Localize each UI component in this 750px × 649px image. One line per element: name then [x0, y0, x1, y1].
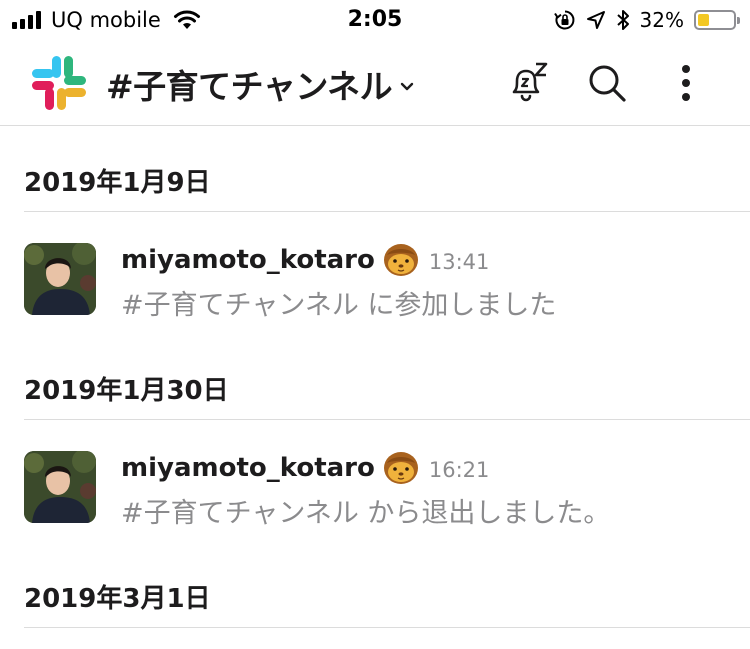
message-header: miyamoto_kotaro 16:21 — [121, 450, 489, 486]
cellular-signal-icon — [12, 11, 41, 29]
more-options-button[interactable] — [661, 58, 711, 108]
timestamp[interactable]: 13:41 — [429, 250, 490, 274]
date-label: 2019年1月9日 — [24, 168, 211, 198]
date-divider: 2019年3月1日 — [0, 542, 750, 628]
channel-header: #子育てチャンネル — [0, 40, 750, 126]
wifi-icon — [173, 10, 200, 29]
status-bar: UQ mobile 2:05 32% — [0, 0, 750, 40]
search-icon — [589, 65, 626, 102]
status-left: UQ mobile — [12, 6, 201, 34]
battery-percentage: 32% — [639, 8, 684, 32]
username[interactable]: miyamoto_kotaro — [121, 245, 375, 275]
message-list[interactable]: 2019年1月9日 miyamoto_kotaro 13:41 #子育てチャンネ… — [0, 126, 750, 628]
channel-title-button[interactable]: #子育てチャンネル — [106, 62, 414, 106]
date-label: 2019年1月30日 — [24, 376, 229, 406]
channel-title: #子育てチャンネル — [106, 67, 393, 106]
timestamp[interactable]: 16:21 — [429, 458, 490, 482]
orientation-lock-icon — [553, 10, 574, 30]
divider-line — [24, 627, 750, 628]
avatar[interactable] — [24, 451, 96, 523]
slack-logo[interactable] — [30, 54, 88, 112]
message-text: #子育てチャンネル に参加しました — [121, 290, 557, 321]
date-divider: 2019年1月30日 — [0, 334, 750, 420]
location-arrow-icon — [586, 11, 605, 29]
monkey-face-icon — [383, 244, 418, 276]
battery-level-fill — [698, 14, 709, 26]
snooze-notifications-button[interactable] — [502, 58, 552, 108]
username[interactable]: miyamoto_kotaro — [121, 453, 375, 483]
message-item[interactable]: miyamoto_kotaro 13:41 #子育てチャンネル に参加しました — [0, 212, 750, 334]
bluetooth-icon — [616, 10, 629, 30]
search-button[interactable] — [582, 58, 632, 108]
chevron-down-icon — [400, 82, 414, 91]
message-header: miyamoto_kotaro 13:41 — [121, 242, 489, 278]
carrier-name: UQ mobile — [51, 8, 161, 32]
message-item[interactable]: miyamoto_kotaro 16:21 #子育てチャンネル から退出しました… — [0, 420, 750, 542]
status-right: 32% — [553, 6, 740, 34]
more-vertical-icon — [682, 65, 690, 101]
monkey-face-icon — [383, 452, 418, 484]
date-divider: 2019年1月9日 — [0, 126, 750, 212]
battery-icon — [694, 10, 740, 30]
avatar[interactable] — [24, 243, 96, 315]
snooze-bell-icon — [512, 62, 548, 102]
message-text: #子育てチャンネル から退出しました。 — [121, 498, 611, 529]
date-label: 2019年3月1日 — [24, 584, 211, 614]
